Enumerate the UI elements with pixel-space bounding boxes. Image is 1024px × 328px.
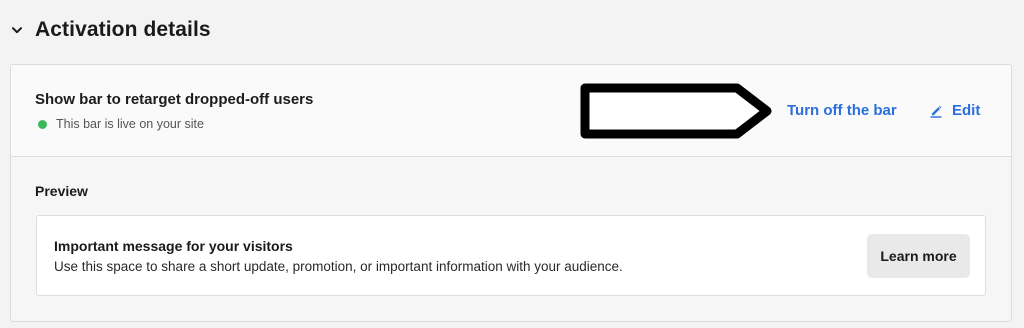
message-title: Important message for your visitors [54, 238, 293, 254]
pencil-icon [929, 104, 943, 118]
status-dot-icon [38, 119, 47, 129]
redaction-arrow-shape [580, 83, 772, 139]
bar-summary: Show bar to retarget dropped-off users T… [11, 65, 1011, 157]
message-body: Use this space to share a short update, … [54, 259, 623, 274]
preview-message-bar: Important message for your visitors Use … [36, 215, 986, 296]
turn-off-bar-link[interactable]: Turn off the bar [787, 102, 897, 119]
preview-label: Preview [35, 183, 88, 199]
section-title: Activation details [35, 18, 211, 41]
edit-link[interactable]: Edit [929, 102, 980, 119]
edit-label: Edit [952, 102, 981, 119]
status-text: This bar is live on your site [56, 117, 204, 131]
activation-details-page: Activation details Show bar to retarget … [0, 0, 1024, 328]
chevron-down-icon[interactable] [10, 23, 24, 37]
learn-more-button[interactable]: Learn more [867, 234, 970, 278]
activation-card: Show bar to retarget dropped-off users T… [10, 64, 1012, 322]
bar-title: Show bar to retarget dropped-off users [35, 91, 314, 108]
activation-details-header[interactable]: Activation details [10, 14, 211, 46]
status-indicator: This bar is live on your site [38, 117, 204, 131]
